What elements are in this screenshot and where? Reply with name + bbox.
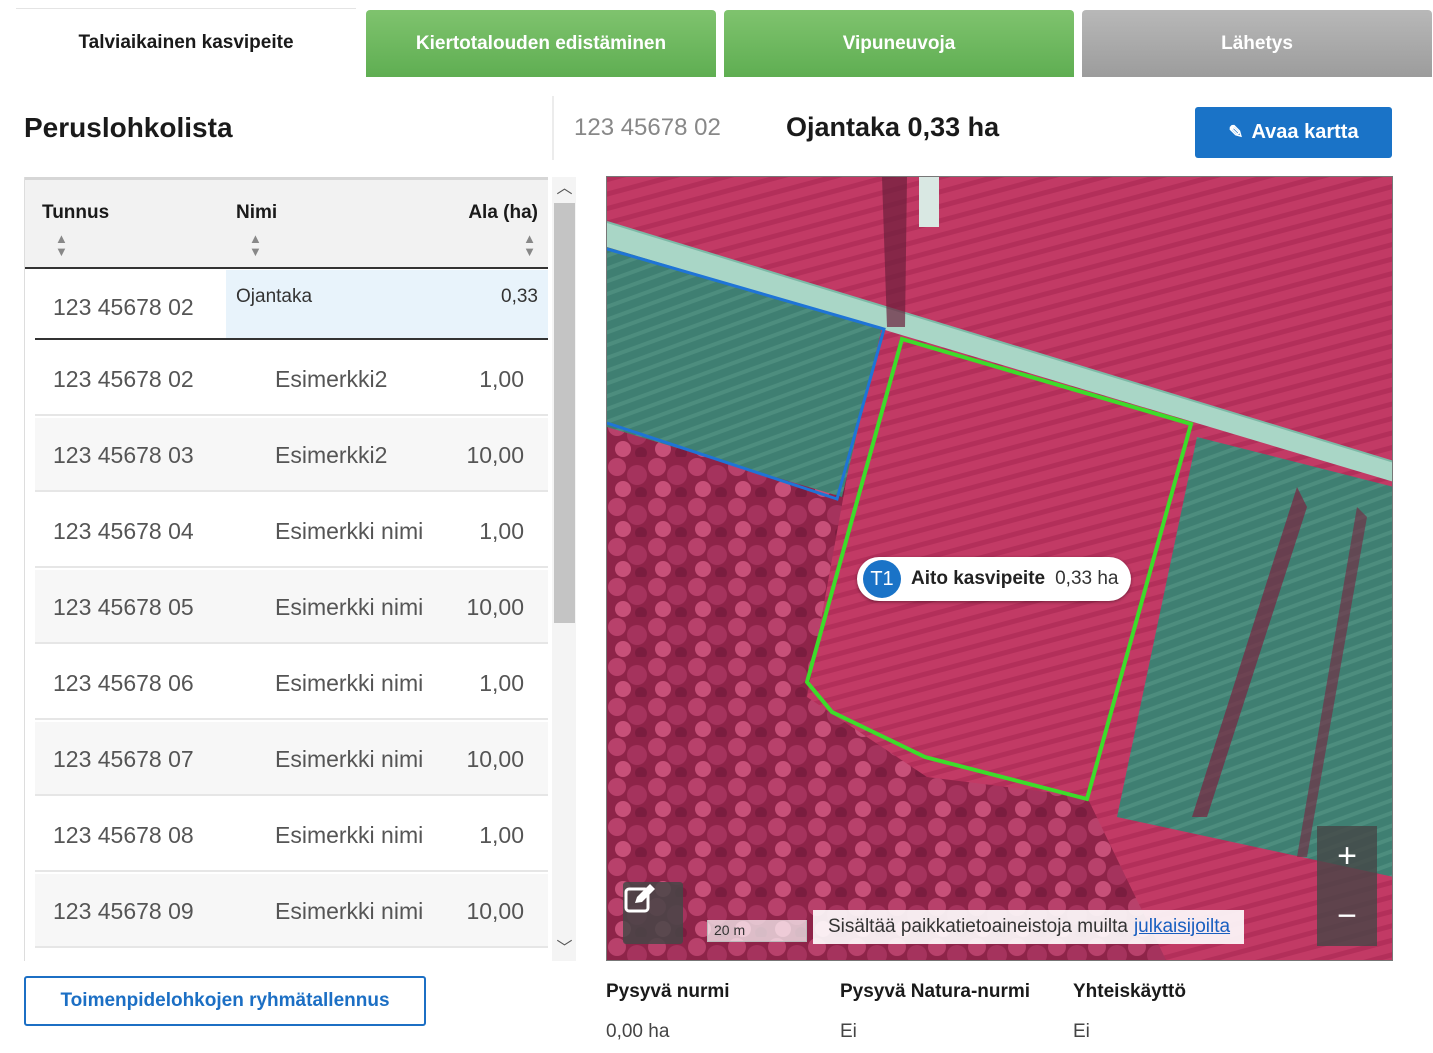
field-badge: T1 [863,560,901,598]
edit-map-button[interactable] [623,882,683,944]
tab-vipuneuvoja[interactable]: Vipuneuvoja [724,10,1074,77]
info-label-yhteiskaytto: Yhteiskäyttö [1073,981,1186,1002]
column-header-nimi[interactable]: Nimi [236,202,277,224]
info-value-yhteiskaytto: Ei [1073,1021,1090,1042]
table-row-selected[interactable]: 123 45678 02 Ojantaka 0,33 [35,270,548,340]
tab-label: Lähetys [1221,32,1293,54]
info-label-pysyva-nurmi: Pysyvä nurmi [606,981,730,1002]
field-label-name: Aito kasvipeite [911,568,1046,589]
table-scrollbar[interactable]: ︿ ﹀ [552,177,576,961]
cell-ala: 1,00 [479,518,524,544]
cell-tunnus: 123 45678 08 [53,822,194,848]
info-value-natura-nurmi: Ei [840,1021,857,1042]
table-row[interactable]: 123 45678 04 Esimerkki nimi 1,00 [35,494,548,568]
table-row[interactable]: 123 45678 07 Esimerkki nimi 10,00 [35,722,548,796]
tab-lahetys[interactable]: Lähetys [1082,10,1432,77]
cell-nimi: Esimerkki2 [275,366,388,392]
table-row[interactable]: 123 45678 05 Esimerkki nimi 10,00 [35,570,548,644]
parcel-table: Tunnus ▲ ▼ Nimi ▲ ▼ Ala (ha) ▲ ▼ 123 45678 … [24,177,576,961]
open-map-button[interactable]: ✎ Avaa kartta [1195,107,1392,158]
cell-ala: 1,00 [479,670,524,696]
cell-nimi: Esimerkki nimi [275,898,424,924]
edit-icon: ✎ [1228,122,1244,142]
map-attribution: Sisältää paikkatietoaineistoja muilta ju… [813,910,1245,944]
table-row[interactable]: 123 45678 08 Esimerkki nimi 1,00 [35,798,548,872]
sort-icon[interactable]: ▲ ▼ [249,232,262,258]
scrollbar-thumb[interactable] [554,203,575,623]
zoom-out-button[interactable]: − [1317,886,1377,946]
tab-label: Kiertotalouden edistäminen [415,32,667,54]
cell-tunnus: 123 45678 04 [53,518,194,544]
tab-talviaikainen-kasvipeite[interactable]: Talviaikainen kasvipeite [16,8,356,77]
zoom-in-button[interactable]: + [1317,826,1377,886]
cell-ala: 10,00 [466,442,524,468]
cell-tunnus: 123 45678 03 [53,442,194,468]
cell-tunnus: 123 45678 05 [53,594,194,620]
sort-icon[interactable]: ▲ ▼ [523,232,536,258]
zoom-controls: + − [1317,826,1377,946]
divider [552,96,554,160]
column-header-tunnus[interactable]: Tunnus [42,202,109,224]
field-label[interactable]: T1 Aito kasvipeite 0,33 ha [857,557,1131,601]
chevron-down-icon[interactable]: ﹀ [552,937,576,961]
cell-tunnus: 123 45678 02 [53,366,194,392]
open-map-label: Avaa kartta [1251,121,1359,143]
cell-ala: 10,00 [466,594,524,620]
sort-icon[interactable]: ▲ ▼ [55,232,68,258]
cell-tunnus: 123 45678 07 [53,746,194,772]
column-header-ala[interactable]: Ala (ha) [468,202,538,224]
info-value-pysyva-nurmi: 0,00 ha [606,1021,670,1042]
cell-nimi: Esimerkki nimi [275,822,424,848]
cell-ala: 1,00 [479,822,524,848]
cell-tunnus: 123 45678 09 [53,898,194,924]
cell-group: Ojantaka 0,33 [226,270,548,338]
cell-ala: 10,00 [466,746,524,772]
info-label-natura-nurmi: Pysyvä Natura-nurmi [840,981,1031,1002]
section-title: Peruslohkolista [24,112,233,143]
group-save-button[interactable]: Toimenpidelohkojen ryhmätallennus [24,976,426,1026]
cell-nimi: Esimerkki nimi [275,746,424,772]
table-row[interactable]: 123 45678 09 Esimerkki nimi 10,00 [35,874,548,948]
attribution-link[interactable]: julkaisijoilta [1134,916,1230,938]
chevron-up-icon[interactable]: ︿ [552,177,576,201]
cell-tunnus: 123 45678 02 [35,270,226,338]
table-row[interactable]: 123 45678 03 Esimerkki2 10,00 [35,418,548,492]
cell-nimi: Esimerkki2 [275,442,388,468]
table-row[interactable]: 123 45678 06 Esimerkki nimi 1,00 [35,646,548,720]
attribution-text: Sisältää paikkatietoaineistoja muilta [828,916,1128,937]
scale-bar: 20 m [707,920,807,942]
cell-tunnus: 123 45678 06 [53,670,194,696]
edit-icon [624,884,655,913]
block-id: 123 45678 02 [574,114,721,141]
cell-nimi: Esimerkki nimi [275,594,424,620]
cell-ala: 1,00 [479,366,524,392]
cell-ala: 0,33 [501,286,538,307]
map-view[interactable]: T1 Aito kasvipeite 0,33 ha 20 m Sisältää… [606,176,1393,961]
tab-label: Vipuneuvoja [842,32,956,54]
block-title: Ojantaka 0,33 ha [786,112,1000,142]
table-header: Tunnus ▲ ▼ Nimi ▲ ▼ Ala (ha) ▲ ▼ [25,177,548,269]
cell-nimi: Ojantaka [236,286,313,307]
field-label-area: 0,33 ha [1055,568,1119,589]
table-row[interactable]: 123 45678 02 Esimerkki2 1,00 [35,342,548,416]
tab-kiertotalouden-edistaminen[interactable]: Kiertotalouden edistäminen [366,10,716,77]
tab-label: Talviaikainen kasvipeite [78,32,294,53]
cell-ala: 10,00 [466,898,524,924]
cell-nimi: Esimerkki nimi [275,518,424,544]
cell-nimi: Esimerkki nimi [275,670,424,696]
